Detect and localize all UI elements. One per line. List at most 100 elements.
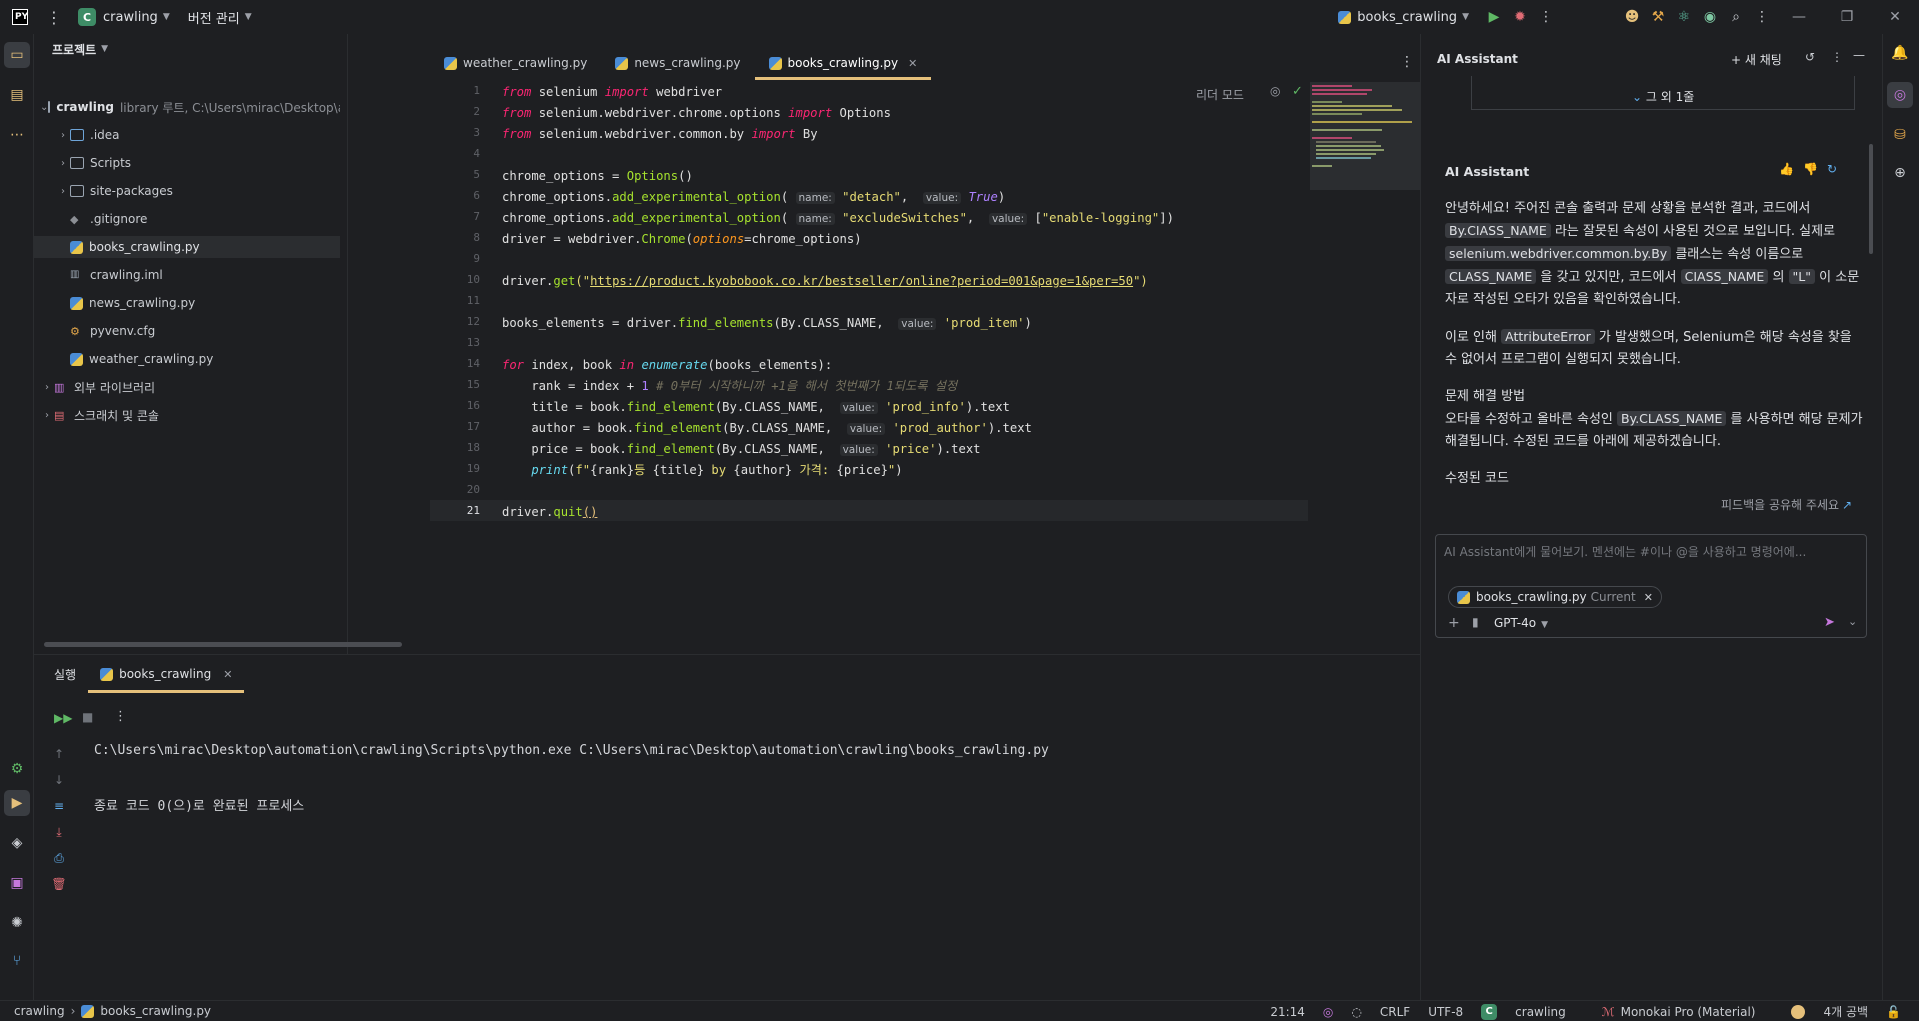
terminal-icon[interactable]: ▣ [4, 870, 30, 896]
tree-item-pyvenv[interactable]: ⚙ pyvenv.cfg [34, 320, 340, 342]
scroll-down-icon[interactable]: ↓ [49, 773, 69, 787]
restore-icon[interactable]: ❐ [1823, 9, 1871, 25]
layers-icon[interactable]: ◈ [4, 830, 30, 856]
tab-run[interactable]: 실행 [34, 655, 88, 693]
tree-item-books-crawling[interactable]: books_crawling.py [34, 236, 340, 258]
project-switcher[interactable]: crawling ▼ [103, 0, 170, 34]
close-icon[interactable]: ✕ [908, 57, 917, 70]
feedback-link[interactable]: 피드백을 공유해 주세요 ↗ [1721, 496, 1852, 513]
notifications-icon[interactable]: 🔔 [1887, 40, 1913, 66]
prompt-library-icon[interactable]: ▮ [1472, 615, 1479, 629]
run-icon[interactable]: ▶ [1481, 4, 1507, 30]
project-tool-icon[interactable]: ▭ [4, 42, 30, 68]
options-icon[interactable]: ⋮ [1831, 50, 1843, 64]
close-icon[interactable]: ✕ [223, 668, 232, 681]
tab-options-icon[interactable]: ⋮ [1400, 54, 1414, 70]
tree-item-scratches[interactable]: › ▤ 스크래치 및 콘솔 [34, 404, 340, 426]
horizontal-scrollbar[interactable] [44, 642, 402, 647]
breadcrumb-root[interactable]: crawling [14, 1004, 65, 1018]
soft-wrap-icon[interactable]: ≡ [49, 799, 69, 813]
tree-item-weather-crawling[interactable]: weather_crawling.py [34, 348, 340, 370]
plugin-status-icon[interactable]: ◉ [1697, 4, 1723, 30]
regenerate-icon[interactable]: ↻ [1827, 162, 1837, 176]
close-icon[interactable]: ✕ [1871, 9, 1919, 25]
code-editor[interactable]: from selenium import webdriver from sele… [502, 82, 1308, 642]
thumbs-down-icon[interactable]: 👎 [1803, 162, 1818, 176]
model-selector[interactable]: GPT-4o ▼ [1494, 616, 1548, 630]
services-icon[interactable]: ⚙ [4, 756, 30, 782]
status-indicator-icon[interactable] [1791, 1004, 1806, 1019]
hide-panel-icon[interactable]: — [1853, 48, 1865, 62]
run-tool-icon[interactable]: ▶ [4, 790, 30, 816]
debug-icon[interactable]: ✹ [1507, 4, 1533, 30]
scroll-up-icon[interactable]: ↑ [49, 747, 69, 761]
tab-weather-crawling[interactable]: weather_crawling.py [430, 46, 601, 80]
problems-icon[interactable]: ✺ [4, 910, 30, 936]
database-icon[interactable]: ⛁ [1887, 122, 1913, 148]
ai-assistant-tool-icon[interactable]: ◎ [1887, 82, 1913, 108]
stop-icon[interactable]: ■ [82, 710, 93, 724]
expand-more-button[interactable]: ⌄ 그 외 1줄 [1632, 88, 1694, 105]
vcs-menu[interactable]: 버전 관리 ▼ [188, 0, 252, 34]
new-chat-button[interactable]: + 새 채팅 [1731, 51, 1782, 68]
lock-icon[interactable]: 🔓 [1886, 1005, 1901, 1019]
ai-paragraph: 이로 인해 AttributeError 가 발생했으며, Selenium은 … [1445, 329, 1852, 367]
library-icon: ▥ [54, 381, 65, 394]
minimap[interactable] [1310, 82, 1420, 190]
context-file-chip[interactable]: books_crawling.py Current ✕ [1448, 586, 1662, 608]
more-options-icon[interactable]: ⋮ [114, 709, 127, 724]
vertical-scrollbar[interactable] [1869, 144, 1873, 254]
history-icon[interactable]: ↺ [1805, 50, 1815, 64]
line-number: 16 [466, 399, 480, 412]
breadcrumb-file[interactable]: books_crawling.py [100, 1004, 211, 1018]
send-icon[interactable]: ➤ [1824, 615, 1835, 630]
tree-item-gitignore[interactable]: ◆ .gitignore [34, 208, 340, 230]
theme-indicator[interactable]: ℳ Monokai Pro (Material) [1602, 1005, 1774, 1019]
project-badge[interactable]: C [78, 8, 96, 26]
tree-item-news-crawling[interactable]: news_crawling.py [34, 292, 340, 314]
scroll-to-end-icon[interactable]: ⤓ [49, 825, 69, 840]
ai-atom-icon[interactable]: ⚛ [1671, 4, 1697, 30]
line-separator[interactable]: CRLF [1380, 1005, 1410, 1019]
rerun-icon[interactable]: ▶▶ [54, 711, 72, 725]
print-icon[interactable]: ⎙ [49, 851, 69, 866]
cursor-position[interactable]: 21:14 [1270, 1005, 1305, 1019]
git-icon[interactable]: ⑂ [4, 948, 30, 974]
tree-item-label: Scripts [90, 156, 132, 170]
minimize-icon[interactable]: — [1775, 9, 1823, 25]
copilot-icon[interactable]: ⊕ [1887, 160, 1913, 186]
tree-item-scripts[interactable]: › Scripts [34, 152, 340, 174]
project-panel-header[interactable]: 프로젝트 ▼ [34, 34, 347, 64]
tree-item-external-libraries[interactable]: › ▥ 외부 라이브러리 [34, 376, 340, 398]
ai-input-placeholder[interactable]: AI Assistant에게 물어보기. 멘션에는 #이나 @을 사용하고 명령… [1444, 543, 1858, 560]
tree-item-crawling-iml[interactable]: ▥ crawling.iml [34, 264, 340, 286]
tree-root[interactable]: ⌄ crawling library 루트, C:\Users\mirac\De… [34, 96, 340, 118]
indent-setting[interactable]: 4개 공백 [1823, 1003, 1868, 1020]
tree-item-site-packages[interactable]: › site-packages [34, 180, 340, 202]
more-tools-icon[interactable]: ⋯ [4, 122, 30, 148]
tab-run-config[interactable]: books_crawling ✕ [88, 655, 245, 693]
structure-tool-icon[interactable]: ▤ [4, 82, 30, 108]
interpreter-selector[interactable]: C crawling [1481, 1003, 1584, 1020]
settings-menu-icon[interactable]: ⋮ [1749, 4, 1775, 30]
trash-icon[interactable]: 🗑 [49, 877, 69, 891]
hide-icon[interactable]: ◎ [1270, 84, 1280, 98]
chevron-down-icon[interactable]: ⌄ [1848, 615, 1857, 628]
tab-news-crawling[interactable]: news_crawling.py [601, 46, 754, 80]
main-menu-icon[interactable]: ⋮ [44, 8, 64, 27]
run-config-selector[interactable]: books_crawling ▼ [1338, 0, 1469, 34]
more-actions-icon[interactable]: ⋮ [1533, 4, 1559, 30]
thumbs-up-icon[interactable]: 👍 [1779, 162, 1794, 176]
ai-status-icon[interactable]: ◎ [1323, 1005, 1333, 1019]
search-icon[interactable]: ⌕ [1723, 4, 1749, 30]
reader-mode-toggle[interactable]: 리더 모드 [1196, 86, 1244, 103]
code-with-me-icon[interactable]: ☻ [1619, 4, 1645, 30]
vcs-status-icon[interactable]: ◌ [1351, 1005, 1361, 1019]
file-encoding[interactable]: UTF-8 [1428, 1005, 1463, 1019]
close-icon[interactable]: ✕ [1644, 591, 1653, 604]
ai-chat-input[interactable]: AI Assistant에게 물어보기. 멘션에는 #이나 @을 사용하고 명령… [1435, 534, 1867, 638]
add-context-icon[interactable]: + [1448, 615, 1460, 631]
tools-icon[interactable]: ⚒ [1645, 4, 1671, 30]
tab-books-crawling[interactable]: books_crawling.py ✕ [754, 46, 932, 80]
tree-item-idea[interactable]: › .idea [34, 124, 340, 146]
